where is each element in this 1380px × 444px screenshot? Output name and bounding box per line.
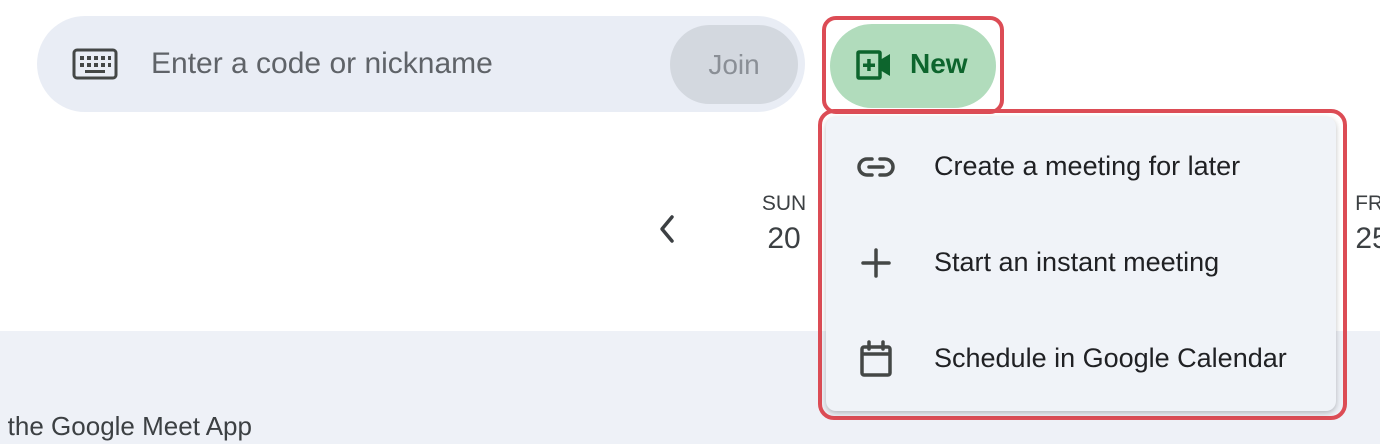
menu-item-label: Schedule in Google Calendar <box>934 343 1287 373</box>
keyboard-icon <box>72 48 118 80</box>
new-meeting-button[interactable]: New <box>830 24 996 108</box>
new-meeting-menu: Create a meeting for later Start an inst… <box>826 117 1336 411</box>
day-name: SUN <box>761 192 807 215</box>
menu-item-label: Start an instant meeting <box>934 247 1220 277</box>
menu-item-instant-meeting[interactable]: Start an instant meeting <box>826 213 1336 309</box>
new-button-label: New <box>910 48 968 79</box>
menu-item-create-later[interactable]: Create a meeting for later <box>826 117 1336 213</box>
chevron-left-icon[interactable] <box>656 213 680 245</box>
code-input[interactable] <box>151 40 651 88</box>
banner-text: n the Google Meet App <box>0 411 252 441</box>
link-icon <box>857 157 895 177</box>
plus-icon <box>861 248 891 278</box>
calendar-day-sun[interactable]: SUN 20 <box>752 192 816 256</box>
video-call-add-icon <box>856 50 890 80</box>
join-button[interactable]: Join <box>670 25 798 104</box>
menu-item-label: Create a meeting for later <box>934 151 1241 181</box>
menu-item-schedule-calendar[interactable]: Schedule in Google Calendar <box>826 309 1336 405</box>
day-number: 20 <box>767 222 801 255</box>
calendar-icon <box>860 340 892 377</box>
